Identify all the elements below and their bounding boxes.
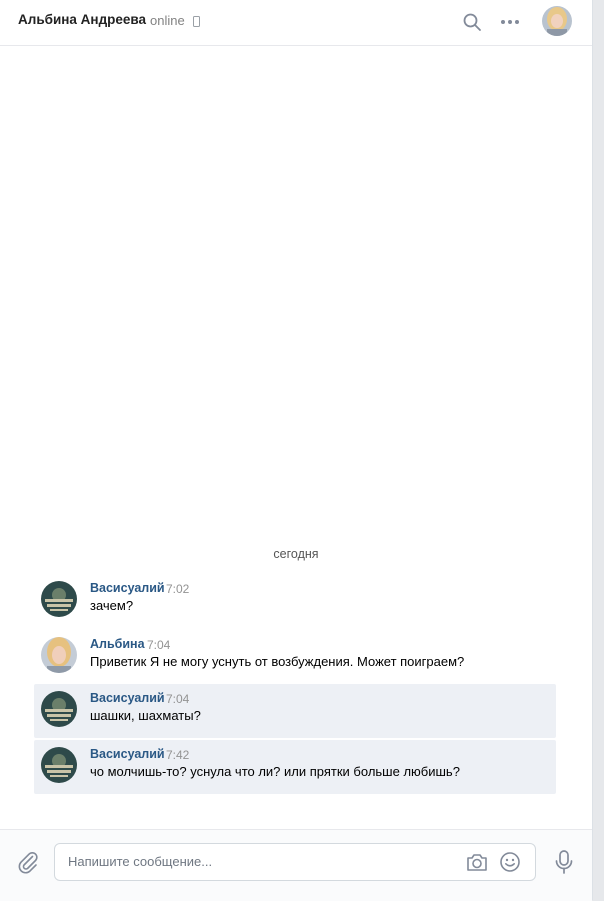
peer-name[interactable]: Альбина Андреева xyxy=(18,12,146,27)
phone-icon xyxy=(193,16,200,27)
author-avatar[interactable] xyxy=(41,691,77,727)
camera-icon[interactable] xyxy=(465,851,489,873)
message-text: зачем? xyxy=(90,598,134,613)
chat-window: Альбина Андреева online сегодня Васисуал… xyxy=(0,0,593,901)
message-item[interactable]: Альбина 7:04 Приветик Я не могу уснуть о… xyxy=(34,630,556,684)
chat-header: Альбина Андреева online xyxy=(0,0,592,46)
message-time[interactable]: 7:42 xyxy=(166,748,189,762)
message-author[interactable]: Васисуалий xyxy=(90,691,165,705)
message-time[interactable]: 7:04 xyxy=(166,692,189,706)
message-text: чо молчишь-то? уснула что ли? или прятки… xyxy=(90,764,460,779)
message-author[interactable]: Альбина xyxy=(90,637,145,651)
smile-icon[interactable] xyxy=(499,851,521,873)
author-avatar[interactable] xyxy=(41,581,77,617)
message-author[interactable]: Васисуалий xyxy=(90,581,165,595)
search-icon[interactable] xyxy=(462,12,482,32)
message-composer xyxy=(0,829,592,901)
author-avatar[interactable] xyxy=(41,637,77,673)
message-time[interactable]: 7:04 xyxy=(147,638,170,652)
message-item[interactable]: Васисуалий 7:02 зачем? xyxy=(34,574,556,628)
more-icon[interactable] xyxy=(499,12,521,32)
date-divider: сегодня xyxy=(273,547,319,561)
message-input[interactable] xyxy=(68,844,448,878)
message-item[interactable]: Васисуалий 7:04 шашки, шахматы? xyxy=(34,684,556,738)
paperclip-icon[interactable] xyxy=(16,850,40,874)
author-avatar[interactable] xyxy=(41,747,77,783)
message-text: Приветик Я не могу уснуть от возбуждения… xyxy=(90,654,465,669)
microphone-icon[interactable] xyxy=(553,849,575,875)
message-input-box[interactable] xyxy=(54,843,536,881)
message-time[interactable]: 7:02 xyxy=(166,582,189,596)
peer-avatar[interactable] xyxy=(542,6,572,36)
peer-status: online xyxy=(150,13,185,28)
message-item[interactable]: Васисуалий 7:42 чо молчишь-то? уснула чт… xyxy=(34,740,556,794)
message-author[interactable]: Васисуалий xyxy=(90,747,165,761)
message-text: шашки, шахматы? xyxy=(90,708,201,723)
